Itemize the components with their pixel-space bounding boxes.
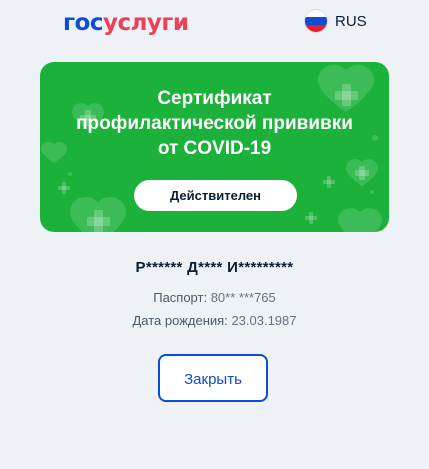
russia-flag-icon — [305, 10, 327, 32]
certificate-title: Сертификат профилактической прививки от … — [76, 88, 353, 159]
heart-decor-icon — [338, 208, 382, 232]
birth-date-value: 23.03.1987 — [231, 313, 297, 328]
birth-date-label: Дата рождения: — [132, 313, 228, 328]
certificate-status-badge: Действителен — [134, 180, 297, 211]
passport-label: Паспорт: — [153, 290, 208, 305]
logo-part-gos: гос — [63, 10, 103, 36]
logo-part-uslugi: услуги — [102, 10, 189, 36]
passport-value: 80** ***765 — [210, 290, 276, 305]
language-label: RUS — [335, 12, 367, 30]
gosuslugi-logo[interactable]: госуслуги — [63, 9, 189, 37]
close-button[interactable]: Закрыть — [158, 354, 268, 402]
certificate-page: госуслуги RUS Сертификат профилактическо… — [0, 0, 429, 469]
birth-date-line: Дата рождения: 23.03.1987 — [0, 313, 429, 328]
person-name: Р****** Д**** И********* — [135, 259, 294, 276]
certificate-card: Сертификат профилактической прививки от … — [40, 62, 389, 232]
language-switcher[interactable]: RUS — [305, 10, 367, 32]
passport-line: Паспорт: 80** ***765 — [0, 290, 429, 305]
